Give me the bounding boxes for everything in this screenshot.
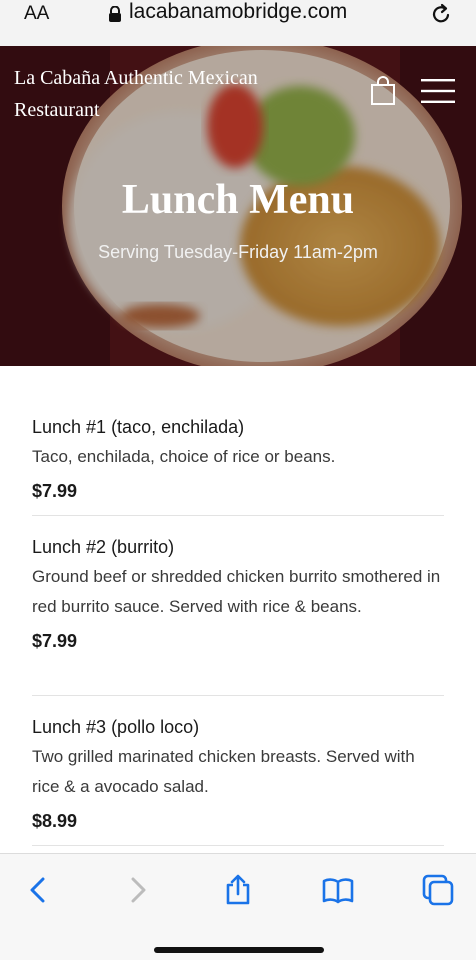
item-description: Taco, enchilada, choice of rice or beans… xyxy=(32,447,336,466)
reload-icon[interactable] xyxy=(430,2,454,26)
list-item: Lunch #2 (burrito) Ground beef or shredd… xyxy=(32,516,444,696)
browser-toolbar xyxy=(0,853,476,960)
back-icon[interactable] xyxy=(22,874,54,906)
address-bar[interactable]: AA lacabanamobridge.com xyxy=(0,0,476,46)
item-name: Lunch #3 (pollo loco) xyxy=(32,717,200,737)
item-name: Lunch #1 (taco, enchilada) xyxy=(32,417,245,437)
list-item: Lunch #1 (taco, enchilada) Taco, enchila… xyxy=(32,412,444,516)
text-size-button[interactable]: AA xyxy=(24,3,49,25)
tabs-icon[interactable] xyxy=(422,874,454,906)
list-item: Lunch #3 (pollo loco) Two grilled marina… xyxy=(32,696,444,846)
url-text[interactable]: lacabanamobridge.com xyxy=(129,0,347,24)
lock-icon xyxy=(109,6,121,22)
item-price: $8.99 xyxy=(32,811,78,831)
share-icon[interactable] xyxy=(222,874,254,906)
item-name: Lunch #2 (burrito) xyxy=(32,537,175,557)
cart-icon[interactable] xyxy=(370,76,396,106)
menu-icon[interactable] xyxy=(421,78,455,104)
page-title: Lunch Menu xyxy=(121,177,355,223)
site-title[interactable]: La Cabaña Authentic Mexican Restaurant xyxy=(14,62,314,126)
page-subtitle: Serving Tuesday-Friday 11am-2pm xyxy=(98,242,378,262)
hero-banner: La Cabaña Authentic Mexican Restaurant L… xyxy=(0,46,476,366)
home-indicator[interactable] xyxy=(154,947,324,953)
item-price: $7.99 xyxy=(32,631,78,651)
item-price: $7.99 xyxy=(32,481,78,501)
bookmarks-icon[interactable] xyxy=(322,874,354,906)
menu-list: Lunch #1 (taco, enchilada) Taco, enchila… xyxy=(32,412,444,846)
item-description: Two grilled marinated chicken breasts. S… xyxy=(32,747,415,796)
item-description: Ground beef or shredded chicken burrito … xyxy=(32,567,441,616)
forward-icon[interactable] xyxy=(122,874,154,906)
